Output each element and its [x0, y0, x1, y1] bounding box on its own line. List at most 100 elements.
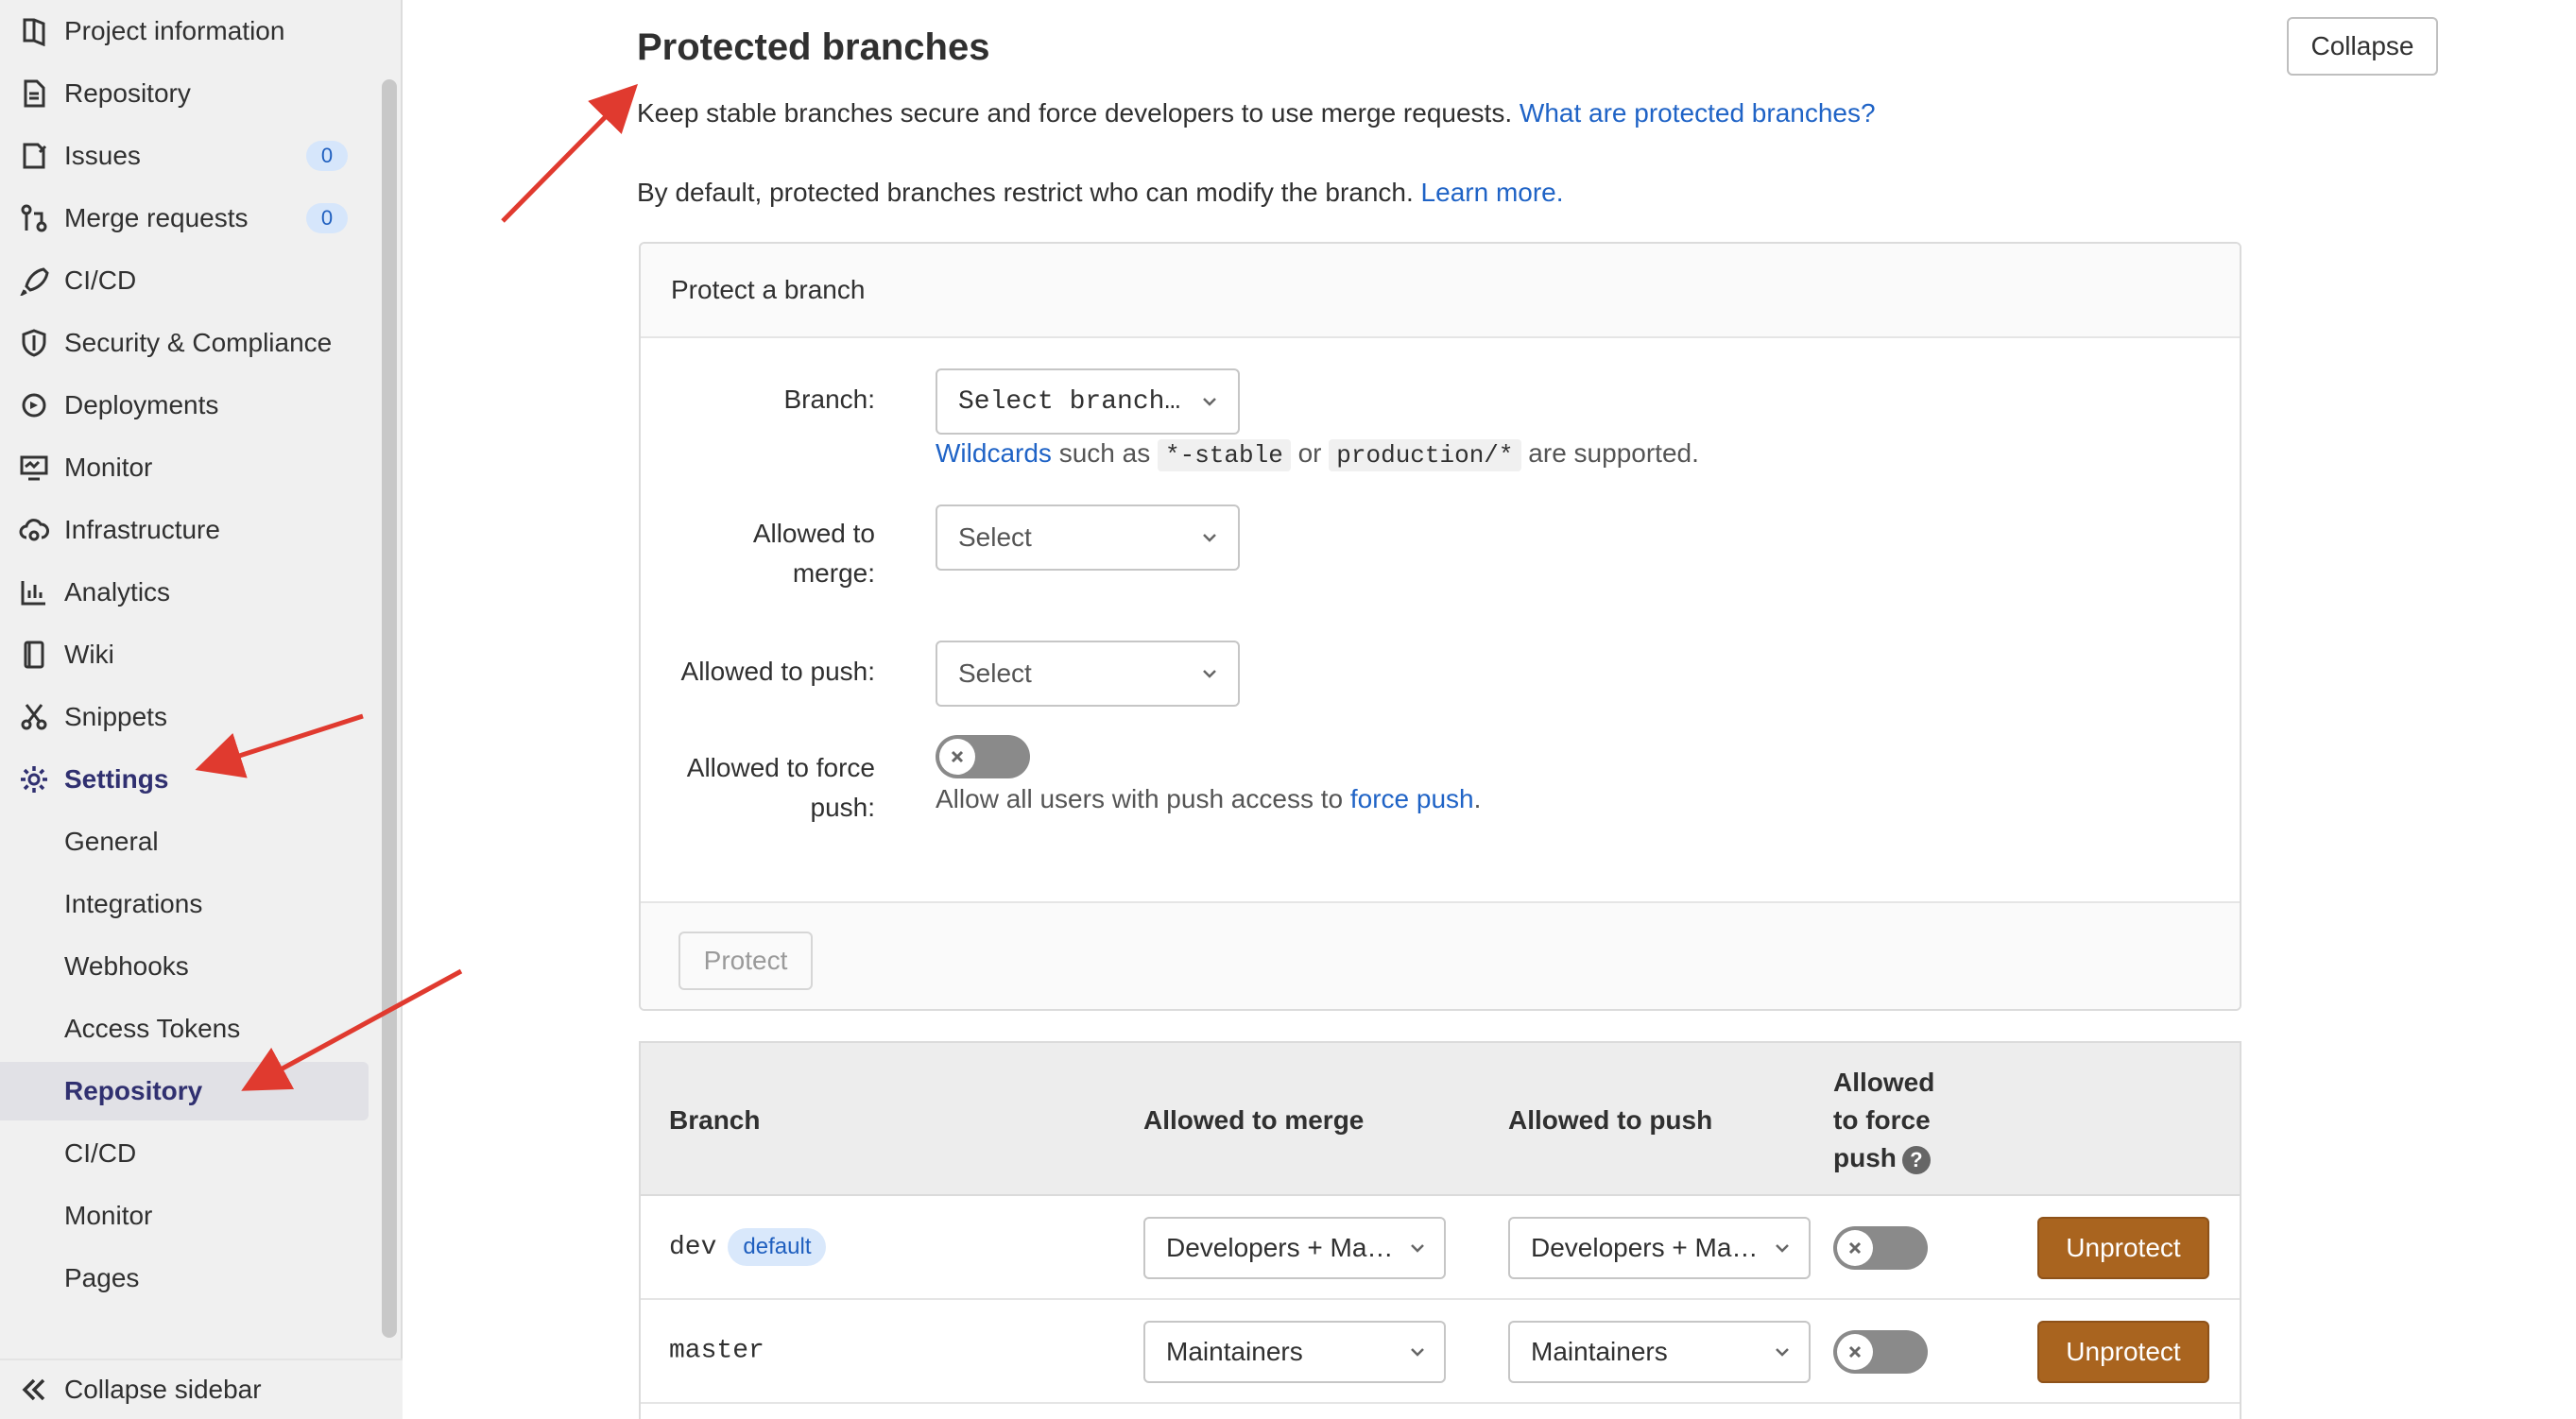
branch-select-value: Select branch… [958, 386, 1181, 417]
chevron-down-icon [1776, 1348, 1789, 1357]
sidebar-item-settings[interactable]: Settings [0, 750, 369, 809]
force-push-toggle[interactable] [1833, 1330, 1928, 1374]
help-text: such as [1058, 438, 1151, 468]
toggle-knob [939, 739, 975, 775]
sidebar-item-label: Security & Compliance [64, 328, 333, 357]
sidebar-item-repository[interactable]: Repository [0, 64, 369, 123]
allowed-to-force-push-label: Allowed to force push: [687, 748, 875, 828]
allowed-to-merge-dropdown[interactable]: Select [936, 504, 1240, 571]
toggle-knob [1837, 1230, 1873, 1266]
sidebar-subitem-general[interactable]: General [0, 812, 369, 871]
chevron-down-icon [1411, 1348, 1424, 1357]
learn-more-link[interactable]: Learn more. [1421, 178, 1564, 207]
table-header: Branch Allowed to merge Allowed to push … [641, 1043, 2240, 1196]
cloud-gear-icon [19, 515, 49, 545]
select-value: Developers + Ma… [1166, 1233, 1394, 1262]
header-line: push [1833, 1143, 1897, 1172]
branch-label: Branch: [783, 385, 876, 414]
close-icon [951, 750, 964, 763]
allowed-to-push-select[interactable]: Developers + Ma… [1508, 1217, 1811, 1279]
sidebar-subitem-webhooks[interactable]: Webhooks [0, 937, 369, 996]
sidebar-item-label: Deployments [64, 390, 219, 419]
allowed-to-push-select[interactable]: Maintainers [1508, 1321, 1811, 1383]
issues-count-badge: 0 [306, 141, 348, 171]
main-content: Protected branches Collapse Keep stable … [404, 0, 2576, 1419]
monitor-icon [19, 453, 49, 483]
allowed-to-merge-label: Allowed to merge: [753, 514, 875, 593]
document-icon [19, 78, 49, 109]
protect-branch-card: Protect a branch Branch: Select branch… … [639, 242, 2241, 1011]
unprotect-button[interactable]: Unprotect [2037, 1217, 2209, 1279]
default-note-text: By default, protected branches restrict … [637, 178, 1414, 207]
what-are-protected-branches-link[interactable]: What are protected branches? [1520, 98, 1876, 128]
sidebar-item-label: Merge requests [64, 203, 249, 232]
sidebar: Project information Repository Issues 0 … [0, 0, 403, 1419]
double-chevron-left-icon [19, 1375, 49, 1405]
sidebar-scrollbar[interactable] [382, 79, 397, 1338]
allowed-to-merge-select[interactable]: Maintainers [1143, 1321, 1446, 1383]
sidebar-subitem-repository[interactable]: Repository [0, 1062, 369, 1120]
column-header-allowed-to-push: Allowed to push [1508, 1105, 1713, 1135]
chart-icon [19, 577, 49, 607]
sidebar-item-merge-requests[interactable]: Merge requests 0 [0, 189, 369, 248]
section-default-note: By default, protected branches restrict … [637, 178, 1564, 208]
force-push-toggle[interactable] [936, 735, 1030, 778]
merge-request-icon [19, 203, 49, 233]
select-value: Maintainers [1531, 1337, 1668, 1366]
wildcards-link[interactable]: Wildcards [936, 438, 1052, 468]
sidebar-item-ci-cd[interactable]: CI/CD [0, 251, 369, 310]
unprotect-button[interactable]: Unprotect [2037, 1321, 2209, 1383]
sidebar-subitem-access-tokens[interactable]: Access Tokens [0, 1000, 369, 1058]
table-row: master Maintainers Maintainers Unprotect [641, 1300, 2240, 1404]
chevron-down-icon [1203, 534, 1216, 542]
branch-select-dropdown[interactable]: Select branch… [936, 368, 1240, 435]
wildcard-example-production: production/* [1329, 439, 1521, 471]
sidebar-subitem-integrations[interactable]: Integrations [0, 875, 369, 933]
protect-branch-header: Protect a branch [641, 244, 2240, 338]
collapse-section-button[interactable]: Collapse [2287, 17, 2438, 76]
sidebar-subitem-monitor[interactable]: Monitor [0, 1187, 369, 1245]
chevron-down-icon [1203, 670, 1216, 678]
select-value: Maintainers [1166, 1337, 1303, 1366]
protect-branch-footer: Protect [641, 901, 2240, 1009]
branch-name-cell: dev default [669, 1228, 827, 1266]
force-push-toggle[interactable] [1833, 1226, 1928, 1270]
sidebar-item-snippets[interactable]: Snippets [0, 688, 369, 746]
column-header-branch: Branch [669, 1105, 761, 1135]
description-text: Keep stable branches secure and force de… [637, 98, 1513, 128]
deployments-icon [19, 390, 49, 420]
sidebar-item-security[interactable]: Security & Compliance [0, 314, 369, 372]
sidebar-item-deployments[interactable]: Deployments [0, 376, 369, 435]
sidebar-item-label: Analytics [64, 577, 171, 607]
sidebar-item-label: Snippets [64, 702, 167, 731]
gear-icon [19, 764, 49, 795]
sidebar-item-label: Repository [64, 78, 191, 108]
allowed-to-merge-select[interactable]: Developers + Ma… [1143, 1217, 1446, 1279]
allowed-to-push-dropdown[interactable]: Select [936, 641, 1240, 707]
sidebar-item-label: Project information [64, 16, 285, 45]
sidebar-item-wiki[interactable]: Wiki [0, 625, 369, 684]
sidebar-item-analytics[interactable]: Analytics [0, 563, 369, 622]
sidebar-subitem-ci-cd[interactable]: CI/CD [0, 1124, 369, 1183]
force-push-link[interactable]: force push [1350, 784, 1474, 813]
sidebar-item-project-information[interactable]: Project information [0, 2, 369, 60]
push-select-value: Select [958, 658, 1032, 688]
protect-button[interactable]: Protect [678, 932, 813, 990]
rocket-icon [19, 265, 49, 296]
sidebar-item-monitor[interactable]: Monitor [0, 438, 369, 497]
collapse-sidebar-label: Collapse sidebar [64, 1375, 262, 1404]
sidebar-item-issues[interactable]: Issues 0 [0, 127, 369, 185]
sidebar-item-label: CI/CD [64, 265, 137, 295]
wildcards-help-text: Wildcards such as *-stable or production… [936, 438, 1699, 471]
sidebar-subitem-pages[interactable]: Pages [0, 1249, 369, 1308]
help-text: . [1473, 784, 1482, 813]
help-question-icon[interactable]: ? [1901, 1145, 1931, 1174]
collapse-sidebar-button[interactable]: Collapse sidebar [0, 1359, 403, 1419]
sidebar-item-infrastructure[interactable]: Infrastructure [0, 501, 369, 559]
book-icon [19, 640, 49, 670]
merge-requests-count-badge: 0 [306, 203, 348, 233]
label-line: Allowed to force [686, 753, 875, 782]
label-line: push: [810, 793, 876, 822]
merge-select-value: Select [958, 522, 1032, 552]
close-icon [1848, 1241, 1862, 1255]
